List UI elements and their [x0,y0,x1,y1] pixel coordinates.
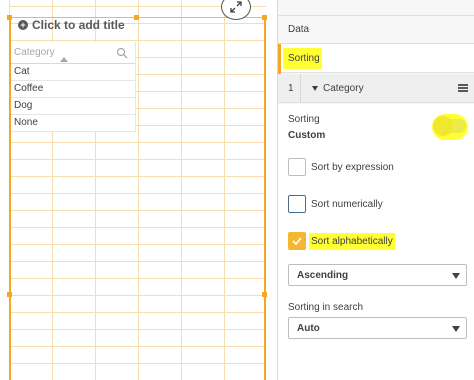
sort-by-expression-label: Sort by expression [311,162,394,173]
section-data-label: Data [288,24,310,35]
resize-handle-middle-right[interactable] [262,292,267,297]
sorting-in-search-select[interactable]: Auto [288,317,467,339]
column-separator [135,42,136,132]
properties-panel: Data Sorting 1 Category Sorting Custom S… [277,0,474,380]
active-section-indicator [278,44,281,74]
section-data[interactable]: Data [278,15,474,43]
dimension-sort-item[interactable]: 1 Category [278,74,474,103]
sorting-mode-label: Sorting [288,114,320,125]
column-header-label: Category [14,47,55,58]
table-row[interactable]: Cat [11,64,135,81]
plus-circle-icon: + [18,20,28,30]
sort-order-value: Ascending [297,270,349,281]
sort-numerically-label: Sort numerically [311,199,383,210]
section-sorting-label: Sorting [288,53,320,64]
expand-icon [230,1,242,13]
sorting-in-search-value: Auto [297,323,320,334]
resize-handle-top-middle[interactable] [134,15,139,20]
caret-down-icon[interactable] [312,86,318,91]
checkmark-icon [292,237,302,245]
add-title-button[interactable]: + Click to add title [18,18,125,32]
table-row[interactable]: Coffee [11,81,135,98]
sort-alphabetically-option[interactable]: Sort alphabetically [288,232,468,252]
sort-alphabetically-checkbox[interactable] [288,232,306,250]
data-table: Category Cat Coffee Dog None [11,42,135,132]
table-row[interactable]: None [11,115,135,132]
toggle-knob[interactable] [433,116,453,136]
resize-handle-top-right[interactable] [262,15,267,20]
dimension-label: Category [323,83,364,94]
title-placeholder: Click to add title [32,18,125,32]
resize-handle-top-left[interactable] [7,15,12,20]
sort-numerically-checkbox[interactable] [288,195,306,213]
search-icon[interactable] [116,47,128,59]
sorting-options: Sorting Custom Sort by expression Sort n… [278,104,474,380]
section-sorting[interactable]: Sorting [278,43,474,74]
sort-alphabetically-label: Sort alphabetically [311,236,393,247]
column-header-category[interactable]: Category [11,42,135,64]
sort-by-expression-option[interactable]: Sort by expression [288,158,468,178]
sort-by-expression-checkbox[interactable] [288,158,306,176]
chevron-down-icon [452,273,460,279]
dimension-sort-index: 1 [288,83,294,94]
selection-border-right [264,17,266,380]
drag-handle-icon[interactable] [458,84,468,92]
chevron-down-icon [452,326,460,332]
sort-order-select[interactable]: Ascending [288,264,467,286]
sorting-in-search-label: Sorting in search [288,302,364,313]
sort-numerically-option[interactable]: Sort numerically [288,195,468,215]
visualization-canvas: + Click to add title Category Cat Coffee… [0,0,276,380]
table-row[interactable]: Dog [11,98,135,115]
sorting-mode-value: Custom [288,130,326,141]
resize-handle-middle-left[interactable] [7,292,12,297]
divider [300,74,301,103]
sort-ascending-icon [60,57,68,62]
